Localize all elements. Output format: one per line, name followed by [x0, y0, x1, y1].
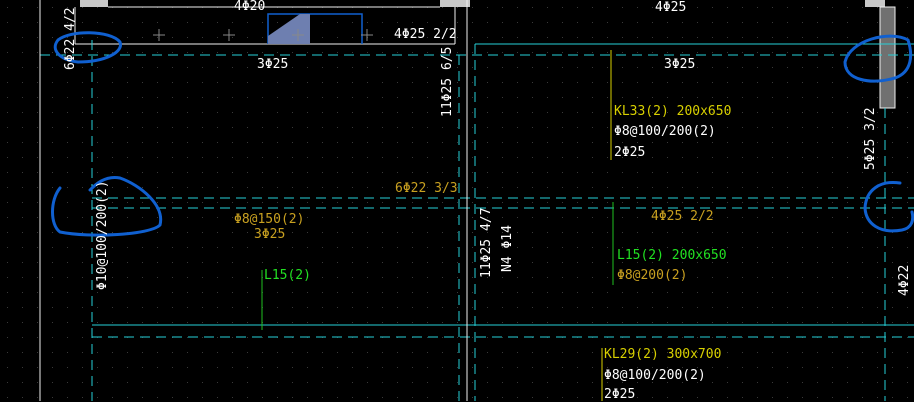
label-top-mid-4d25: 4Φ25 2/2 [394, 27, 457, 42]
label-vert-11d25-47: 11Φ25 4/7 [479, 207, 494, 278]
label-kl33-top: 2Φ25 [614, 145, 646, 160]
label-kl33-name: KL33(2) 200x650 [614, 104, 732, 119]
label-mid-6d22: 6Φ22 3/3 [395, 181, 458, 196]
label-vert-11d25-65: 11Φ25 6/5 [440, 46, 455, 117]
cad-drawing-canvas[interactable] [0, 0, 914, 401]
label-top-left-4d20: 4Φ20 [234, 0, 266, 14]
label-far-right-4d22: 4Φ22 [897, 264, 912, 296]
label-span2-3d25: 3Φ25 [664, 57, 696, 72]
label-kl29-name: KL29(2) 300x700 [604, 347, 722, 362]
label-kl29-top: 2Φ25 [604, 387, 636, 402]
label-l15-left: L15(2) [264, 268, 311, 283]
label-right-vert-5d25: 5Φ25 3/2 [863, 107, 878, 170]
grid-dots [0, 0, 914, 401]
label-left-vert-6d22: 6Φ22 4/2 [63, 7, 78, 70]
label-kl33-stirrup: Φ8@100/200(2) [614, 124, 716, 139]
right-column [879, 6, 896, 109]
label-kl29-stirrup: Φ8@100/200(2) [604, 368, 706, 383]
label-right-4d25: 4Φ25 2/2 [651, 209, 714, 224]
label-top-right-4d25: 4Φ25 [655, 0, 687, 15]
label-l15-right-name: L15(2) 200x650 [617, 248, 727, 263]
label-span1-3d25: 3Φ25 [257, 57, 289, 72]
label-l15-right-stirrup: Φ8@200(2) [617, 268, 688, 283]
label-vert-n4: N4 Φ14 [500, 225, 515, 272]
label-left-vert-stirrup: Φ10@100/200(2) [95, 180, 110, 290]
label-left-stirrup: Φ8@150(2) [234, 212, 305, 227]
label-left-3d25: 3Φ25 [254, 227, 286, 242]
